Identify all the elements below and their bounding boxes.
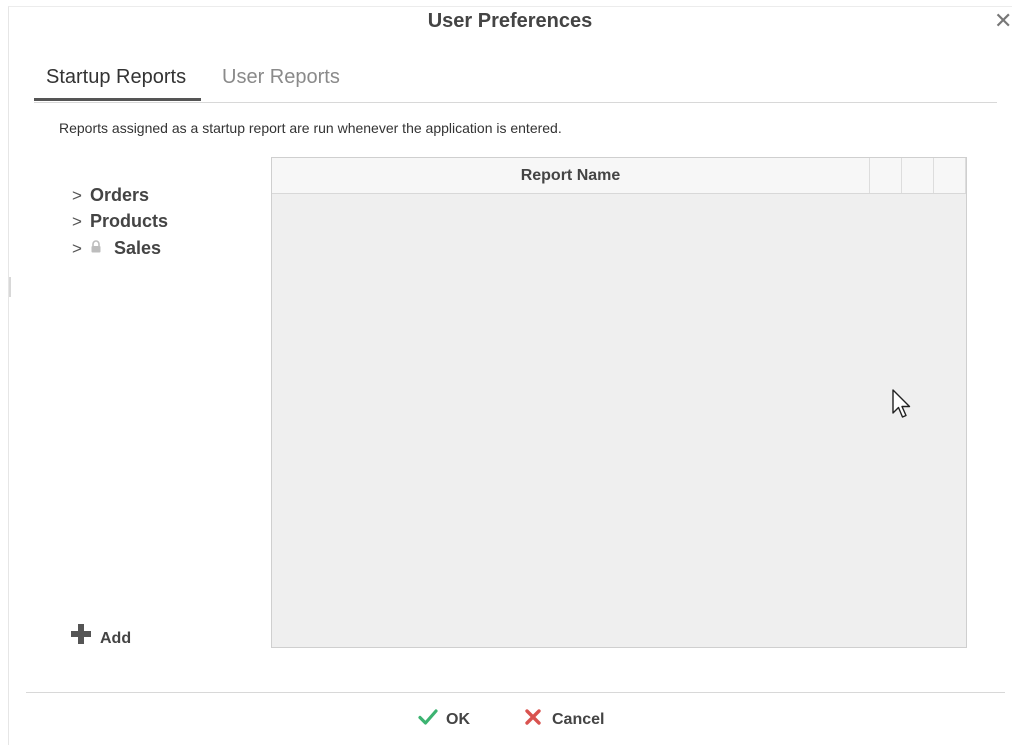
- tab-user-reports[interactable]: User Reports: [222, 66, 340, 89]
- ok-button[interactable]: OK: [418, 708, 470, 732]
- footer-divider: [26, 692, 1005, 693]
- tree-item-label: Products: [90, 211, 169, 231]
- description-text: Reports assigned as a startup report are…: [59, 120, 562, 136]
- report-tree: > Orders > Products > Sales: [72, 185, 168, 263]
- ok-button-label: OK: [446, 711, 470, 728]
- add-button[interactable]: Add: [70, 623, 131, 648]
- tree-item-products[interactable]: > Products: [72, 211, 168, 237]
- grid-header: Report Name: [272, 158, 966, 194]
- tab-bar: Startup Reports User Reports: [34, 62, 997, 103]
- chevron-right-icon[interactable]: >: [72, 239, 90, 259]
- active-tab-indicator: [34, 98, 201, 101]
- tab-startup-reports[interactable]: Startup Reports: [46, 66, 186, 89]
- cancel-button-label: Cancel: [552, 711, 605, 728]
- chevron-right-icon[interactable]: >: [72, 212, 90, 232]
- tree-item-label: Orders: [90, 185, 150, 205]
- cancel-button[interactable]: Cancel: [524, 708, 604, 732]
- startup-reports-grid: Report Name: [271, 157, 967, 648]
- chevron-right-icon[interactable]: >: [72, 186, 90, 206]
- dialog-title: User Preferences: [427, 10, 593, 32]
- x-icon: [524, 708, 552, 732]
- plus-icon: [70, 623, 100, 645]
- dialog-resize-edge: [9, 277, 11, 297]
- checkmark-icon: [418, 708, 446, 732]
- tree-item-orders[interactable]: > Orders: [72, 185, 168, 211]
- add-button-label: Add: [100, 630, 132, 647]
- column-header-action-2: [902, 158, 934, 193]
- column-header-action-1: [870, 158, 902, 193]
- mouse-pointer-icon: [892, 389, 914, 426]
- column-header-action-3: [934, 158, 966, 193]
- tree-item-sales[interactable]: > Sales: [72, 237, 168, 263]
- tree-item-label: Sales: [114, 238, 162, 258]
- lock-icon: [90, 237, 114, 258]
- close-icon[interactable]: ✕: [994, 10, 1012, 32]
- column-header-report-name[interactable]: Report Name: [272, 158, 870, 193]
